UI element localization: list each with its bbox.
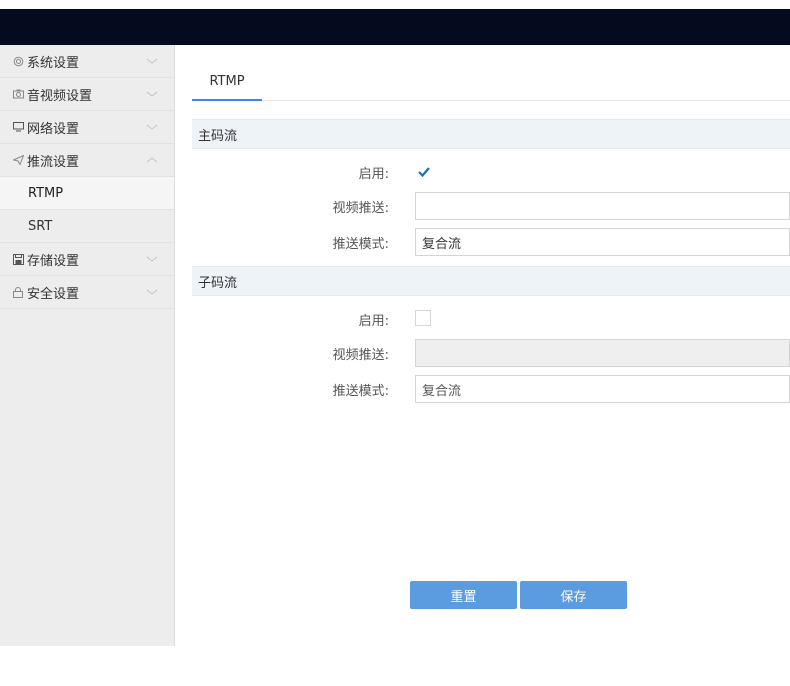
chevron-down-icon	[146, 124, 158, 130]
chevron-down-icon	[146, 256, 158, 262]
sidebar-item-storage[interactable]: 存储设置	[0, 243, 174, 276]
sidebar-item-label: 存储设置	[27, 253, 80, 269]
main-push-mode-select[interactable]: 复合流	[415, 228, 790, 256]
send-icon	[11, 155, 25, 165]
main-push-mode-label: 推送模式:	[332, 237, 389, 252]
lock-icon	[11, 286, 25, 298]
sidebar-item-streaming[interactable]: 推流设置	[0, 144, 174, 177]
sidebar-subitem-rtmp[interactable]: RTMP	[0, 177, 174, 210]
sub-video-push-label: 视频推送:	[332, 348, 389, 363]
top-bar	[0, 9, 790, 45]
sidebar: 系统设置 音视频设置 网络设置 推流设置 RTMP SRT 存储设置 安全设置	[0, 45, 175, 646]
chevron-down-icon	[146, 91, 158, 97]
main-enable-checkbox[interactable]	[415, 163, 431, 179]
main-stream-section-title: 主码流	[192, 119, 790, 149]
tab-bar: RTMP	[192, 63, 790, 101]
sidebar-item-label: 推流设置	[27, 154, 80, 170]
sidebar-item-audio-video[interactable]: 音视频设置	[0, 78, 174, 111]
sidebar-item-label: 音视频设置	[27, 88, 93, 104]
sidebar-item-system[interactable]: 系统设置	[0, 45, 174, 78]
checkmark-icon	[418, 167, 430, 178]
reset-button[interactable]: 重置	[410, 581, 517, 609]
chevron-down-icon	[146, 58, 158, 64]
camera-icon	[11, 89, 25, 99]
main-video-push-label: 视频推送:	[332, 201, 389, 216]
sub-push-mode-label: 推送模式:	[332, 384, 389, 399]
tab-rtmp[interactable]: RTMP	[192, 63, 262, 101]
gear-icon	[11, 56, 25, 67]
sidebar-item-security[interactable]: 安全设置	[0, 276, 174, 309]
main-content: RTMP 主码流 启用: 视频推送: 推送模式: 复合流 子码流 启用: 视频推…	[175, 45, 790, 646]
sub-video-push-input[interactable]	[415, 339, 790, 367]
sidebar-item-label: 安全设置	[27, 286, 80, 302]
sidebar-item-label: 网络设置	[27, 121, 80, 137]
main-enable-label: 启用:	[358, 167, 389, 182]
chevron-down-icon	[146, 289, 158, 295]
sidebar-subitem-srt[interactable]: SRT	[0, 210, 174, 243]
sub-push-mode-select[interactable]: 复合流	[415, 375, 790, 403]
sub-enable-checkbox[interactable]	[415, 310, 431, 326]
sub-stream-section-title: 子码流	[192, 266, 790, 296]
sidebar-item-network[interactable]: 网络设置	[0, 111, 174, 144]
sidebar-item-label: 系统设置	[27, 55, 80, 71]
save-icon	[11, 253, 25, 265]
sub-enable-label: 启用:	[358, 314, 389, 329]
main-video-push-input[interactable]	[415, 192, 790, 220]
monitor-icon	[11, 122, 25, 132]
chevron-up-icon	[146, 157, 158, 163]
save-button[interactable]: 保存	[520, 581, 627, 609]
